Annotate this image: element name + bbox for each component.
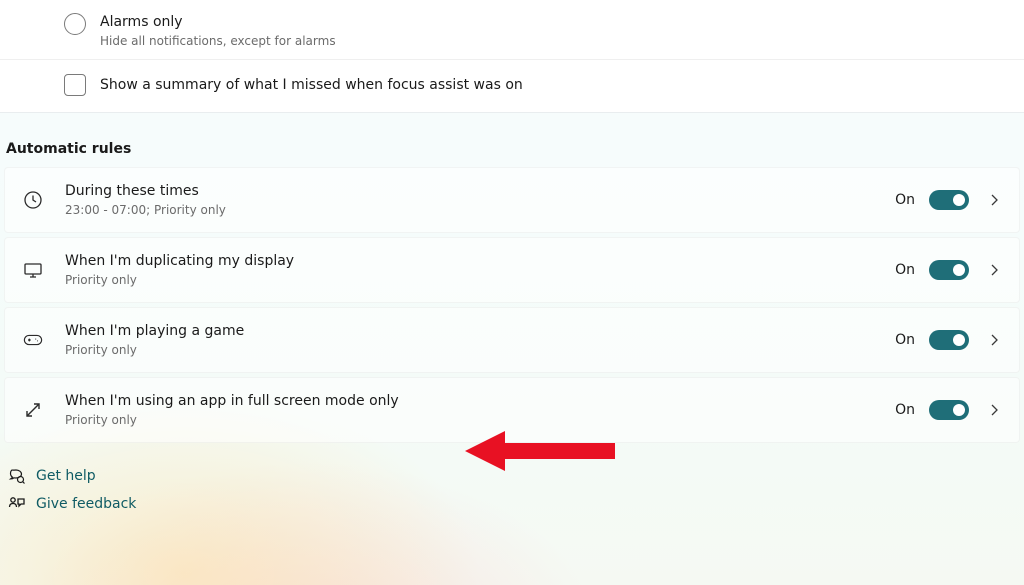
section-header-automatic-rules: Automatic rules: [0, 141, 1024, 167]
rule-during-these-times[interactable]: During these times 23:00 - 07:00; Priori…: [4, 167, 1020, 233]
rule-playing-a-game[interactable]: When I'm playing a game Priority only On: [4, 307, 1020, 373]
toggle-switch[interactable]: [929, 190, 969, 210]
rule-text: When I'm playing a game Priority only: [65, 322, 244, 358]
rule-duplicating-display[interactable]: When I'm duplicating my display Priority…: [4, 237, 1020, 303]
toggle-state-label: On: [895, 192, 915, 208]
toggle-switch[interactable]: [929, 400, 969, 420]
give-feedback-link[interactable]: Give feedback: [8, 495, 1024, 513]
option-text: Alarms only Hide all notifications, exce…: [100, 12, 336, 49]
rule-title: During these times: [65, 182, 226, 201]
get-help-link[interactable]: Get help: [8, 467, 1024, 485]
option-alarms-only[interactable]: Alarms only Hide all notifications, exce…: [0, 0, 1024, 60]
rule-sub: 23:00 - 07:00; Priority only: [65, 202, 226, 218]
toggle-state-label: On: [895, 332, 915, 348]
rule-right: On: [895, 330, 1001, 350]
toggle-state-label: On: [895, 402, 915, 418]
automatic-rules-list: During these times 23:00 - 07:00; Priori…: [0, 167, 1024, 443]
rule-right: On: [895, 260, 1001, 280]
rule-right: On: [895, 190, 1001, 210]
rule-sub: Priority only: [65, 272, 294, 288]
option-title: Alarms only: [100, 12, 336, 32]
radio-icon[interactable]: [64, 13, 86, 35]
chevron-right-icon[interactable]: [989, 195, 999, 205]
rule-text: When I'm duplicating my display Priority…: [65, 252, 294, 288]
feedback-icon: [8, 495, 26, 513]
chevron-right-icon[interactable]: [989, 405, 999, 415]
rule-title: When I'm playing a game: [65, 322, 244, 341]
rule-sub: Priority only: [65, 342, 244, 358]
rule-text: During these times 23:00 - 07:00; Priori…: [65, 182, 226, 218]
option-summary[interactable]: Show a summary of what I missed when foc…: [0, 60, 1024, 112]
toggle-switch[interactable]: [929, 260, 969, 280]
rule-title: When I'm duplicating my display: [65, 252, 294, 271]
option-summary-label: Show a summary of what I missed when foc…: [100, 77, 523, 93]
give-feedback-label: Give feedback: [36, 496, 136, 512]
rule-full-screen-mode[interactable]: When I'm using an app in full screen mod…: [4, 377, 1020, 443]
option-sub: Hide all notifications, except for alarm…: [100, 33, 336, 49]
chevron-right-icon[interactable]: [989, 265, 999, 275]
monitor-icon: [23, 260, 43, 280]
clock-icon: [23, 190, 43, 210]
rule-text: When I'm using an app in full screen mod…: [65, 392, 399, 428]
rule-right: On: [895, 400, 1001, 420]
rule-title: When I'm using an app in full screen mod…: [65, 392, 399, 411]
help-icon: [8, 467, 26, 485]
checkbox-icon[interactable]: [64, 74, 86, 96]
toggle-switch[interactable]: [929, 330, 969, 350]
top-options-group: Alarms only Hide all notifications, exce…: [0, 0, 1024, 113]
rule-sub: Priority only: [65, 412, 399, 428]
chevron-right-icon[interactable]: [989, 335, 999, 345]
get-help-label: Get help: [36, 468, 96, 484]
toggle-state-label: On: [895, 262, 915, 278]
gamepad-icon: [23, 330, 43, 350]
fullscreen-icon: [23, 400, 43, 420]
footer-links: Get help Give feedback: [0, 467, 1024, 513]
